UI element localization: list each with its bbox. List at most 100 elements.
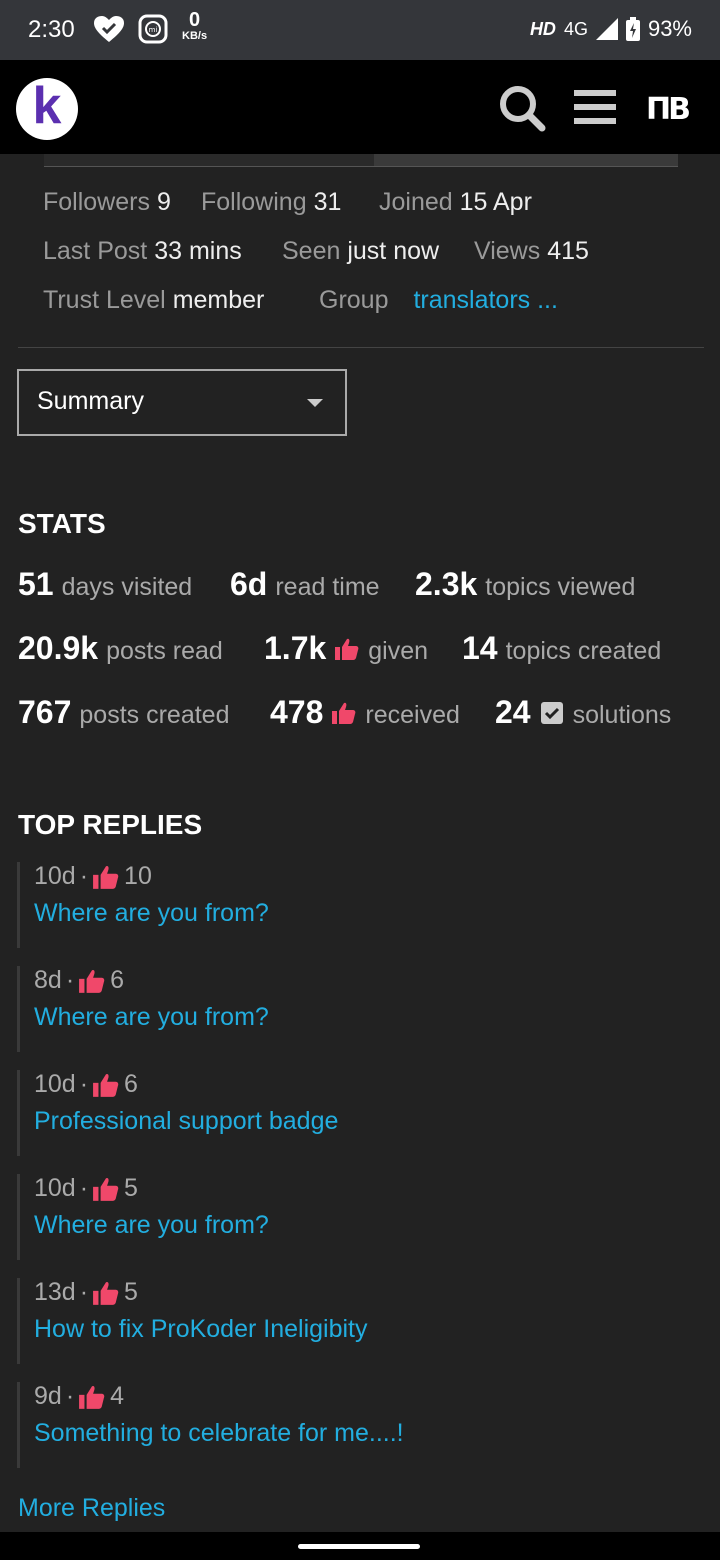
reply-item[interactable]: 10d · 10 Where are you from? xyxy=(17,862,714,948)
reply-item[interactable]: 10d · 5 Where are you from? xyxy=(17,1174,714,1260)
checkbox-icon xyxy=(540,701,563,724)
net-speed-unit: KB/s xyxy=(182,30,208,42)
last-post-value: 33 mins xyxy=(154,237,242,265)
stat-read-time: 6d read time xyxy=(230,566,380,603)
stat-label: given xyxy=(368,637,429,665)
group-label: Group xyxy=(319,286,389,314)
reply-item[interactable]: 8d · 6 Where are you from? xyxy=(17,966,714,1052)
stat-value: 6d xyxy=(230,566,268,602)
seen: Seen just now xyxy=(282,237,439,266)
reply-title-link[interactable]: How to fix ProKoder Ineligibity xyxy=(34,1315,714,1344)
stat-posts-read: 20.9k posts read xyxy=(18,630,223,667)
reply-age: 8d xyxy=(34,966,62,994)
reply-title-link[interactable]: Where are you from? xyxy=(34,1003,714,1032)
chevron-down-icon xyxy=(307,399,323,407)
group: Group translators ... xyxy=(319,286,558,315)
group-link[interactable]: translators ... xyxy=(413,286,558,314)
reply-meta: 10d · 6 xyxy=(34,1070,138,1098)
trust-level-label: Trust Level xyxy=(43,286,166,314)
thumbs-up-icon xyxy=(335,638,359,660)
summary-select-value: Summary xyxy=(37,387,144,415)
top-bar: k ΠB xyxy=(0,60,720,154)
user-avatar[interactable]: ΠB xyxy=(646,92,691,127)
reply-title-link[interactable]: Something to celebrate for me....! xyxy=(34,1419,714,1448)
thumbs-up-icon xyxy=(93,1281,119,1305)
last-post-label: Last Post xyxy=(43,237,148,265)
reply-age: 9d xyxy=(34,1382,62,1410)
net-speed-value: 0 xyxy=(188,9,201,31)
following[interactable]: Following 31 xyxy=(201,188,341,217)
stat-value: 478 xyxy=(270,694,324,730)
joined-value: 15 Apr xyxy=(459,188,532,216)
joined: Joined 15 Apr xyxy=(379,188,532,217)
reply-meta: 10d · 5 xyxy=(34,1174,138,1202)
following-label: Following xyxy=(201,188,307,216)
battery-level: 93% xyxy=(647,16,692,41)
views-value: 415 xyxy=(547,237,589,265)
reply-title-link[interactable]: Professional support badge xyxy=(34,1107,714,1136)
trust-level-value: member xyxy=(172,286,265,314)
reply-age: 10d xyxy=(34,862,76,890)
followers[interactable]: Followers 9 xyxy=(43,188,171,217)
hd-indicator: HD xyxy=(529,18,556,39)
reply-meta: 10d · 10 xyxy=(34,862,152,890)
thumbs-up-icon xyxy=(79,969,105,993)
reply-item[interactable]: 9d · 4 Something to celebrate for me....! xyxy=(17,1382,714,1468)
heart-check-icon xyxy=(94,16,124,42)
reply-likes: 6 xyxy=(110,966,125,994)
profile-banner-edge xyxy=(44,154,678,167)
reply-likes: 5 xyxy=(124,1174,138,1202)
following-value: 31 xyxy=(313,188,342,216)
stat-label: days visited xyxy=(61,573,193,601)
thumbs-up-icon xyxy=(79,1385,105,1409)
status-bar: 2:30 mi 0 KB/s HD 4G 93% xyxy=(0,0,720,60)
seen-label: Seen xyxy=(282,237,341,265)
nav-bar xyxy=(0,1532,720,1560)
views-label: Views xyxy=(474,237,541,265)
search-icon[interactable] xyxy=(498,84,546,132)
followers-label: Followers xyxy=(43,188,150,216)
stat-solutions: 24 solutions xyxy=(495,694,671,731)
stat-value: 767 xyxy=(18,694,72,730)
thumbs-up-icon xyxy=(93,865,119,889)
thumbs-up-icon xyxy=(93,1073,119,1097)
summary-select[interactable]: Summary xyxy=(17,369,347,436)
status-icons: mi xyxy=(92,14,168,44)
reply-likes: 6 xyxy=(124,1070,138,1098)
more-replies-link[interactable]: More Replies xyxy=(18,1494,165,1523)
reply-meta: 9d · 4 xyxy=(34,1382,125,1410)
banner-left xyxy=(44,154,374,166)
stat-days-visited: 51 days visited xyxy=(18,566,192,603)
reply-title-link[interactable]: Where are you from? xyxy=(34,1211,714,1240)
network-type: 4G xyxy=(563,18,588,39)
stat-label: received xyxy=(365,701,460,729)
thumbs-up-icon xyxy=(93,1177,119,1201)
mi-app-icon: mi xyxy=(138,14,168,44)
stat-label: topics viewed xyxy=(485,573,636,601)
reply-likes: 10 xyxy=(124,862,152,890)
reply-item[interactable]: 13d · 5 How to fix ProKoder Ineligibity xyxy=(17,1278,714,1364)
reply-meta: 13d · 5 xyxy=(34,1278,138,1306)
reply-item[interactable]: 10d · 6 Professional support badge xyxy=(17,1070,714,1156)
reply-likes: 5 xyxy=(124,1278,138,1306)
logo-letter: k xyxy=(32,77,62,135)
svg-text:mi: mi xyxy=(149,26,158,34)
trust-level: Trust Level member xyxy=(43,286,264,315)
stat-posts-created: 767 posts created xyxy=(18,694,229,731)
stat-value: 14 xyxy=(462,630,498,666)
stat-likes-given: 1.7k given xyxy=(264,630,428,667)
reply-title-link[interactable]: Where are you from? xyxy=(34,899,714,928)
followers-value: 9 xyxy=(156,188,171,216)
stat-label: read time xyxy=(275,573,380,601)
site-logo[interactable]: k xyxy=(16,78,78,140)
section-divider xyxy=(18,347,704,348)
menu-icon[interactable] xyxy=(574,88,616,126)
reply-age: 10d xyxy=(34,1174,76,1202)
signal-icon xyxy=(595,18,618,40)
stat-value: 2.3k xyxy=(415,566,478,602)
stat-likes-received: 478 received xyxy=(270,694,460,731)
reply-age: 10d xyxy=(34,1070,76,1098)
stat-value: 20.9k xyxy=(18,630,99,666)
stat-value: 1.7k xyxy=(264,630,327,666)
home-gesture-handle[interactable] xyxy=(298,1544,420,1549)
